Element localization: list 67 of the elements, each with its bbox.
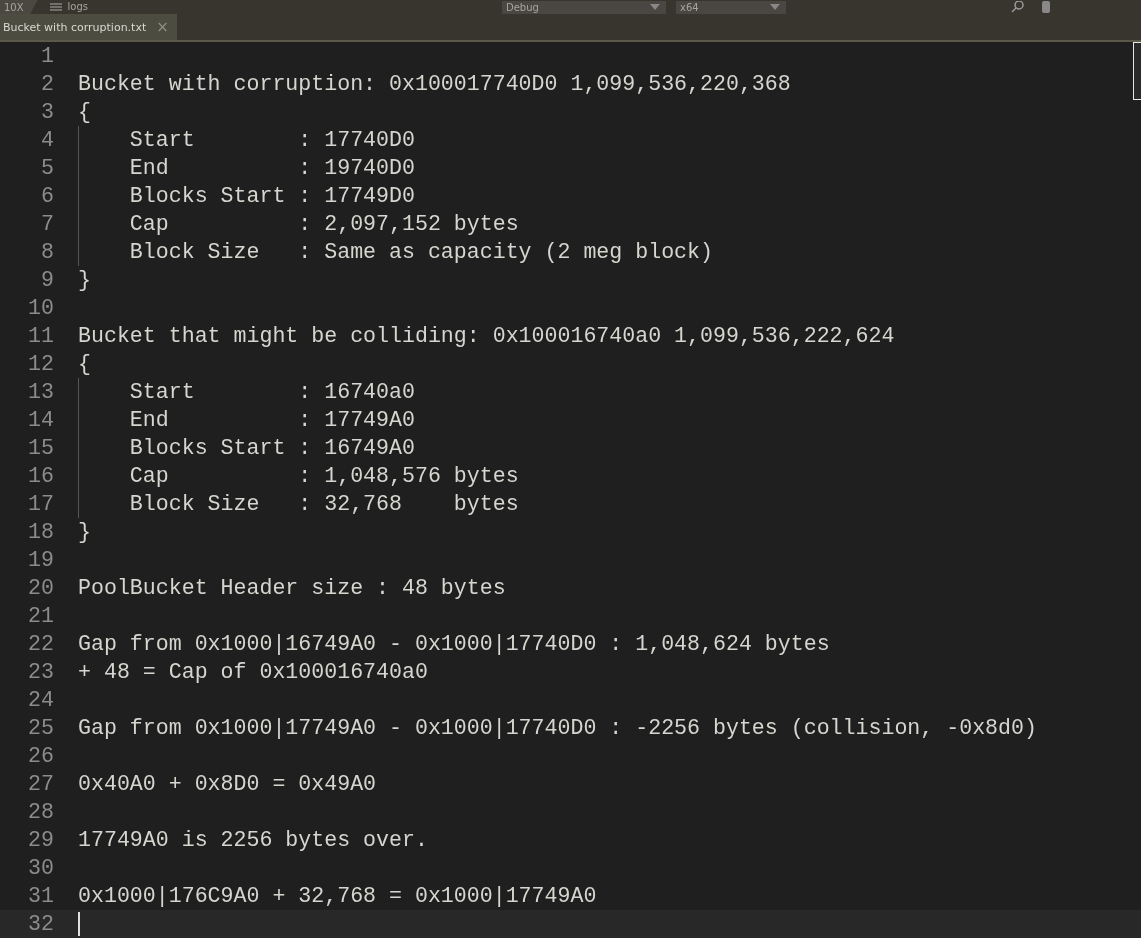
line-number: 5 <box>40 156 54 180</box>
line-number: 13 <box>27 380 54 404</box>
code-line: Cap : 1,048,576 bytes <box>128 464 519 488</box>
minimap[interactable] <box>1133 42 1141 100</box>
line-number: 18 <box>27 520 54 544</box>
code-line: Bucket with corruption: 0x100017740D0 1,099,536,220,368 <box>78 72 791 96</box>
code-line: PoolBucket Header size : 48 bytes <box>78 576 506 600</box>
code-line: 17749A0 is 2256 bytes over. <box>78 828 428 852</box>
code-line: Start : 17740D0 <box>128 128 415 152</box>
line-number: 10 <box>27 296 54 320</box>
caret-icon <box>650 4 660 10</box>
line-number: 27 <box>27 772 54 796</box>
line-number: 12 <box>27 352 54 376</box>
device-icon[interactable] <box>1041 1 1051 13</box>
line-number: 24 <box>27 688 54 712</box>
code-line: Bucket that might be colliding: 0x100016740a0 1,099,536,222,624 <box>78 324 895 348</box>
caret-icon <box>770 4 780 10</box>
code-line: + 48 = Cap of 0x100016740a0 <box>78 660 428 684</box>
code-line: Block Size : 32,768 bytes <box>128 492 519 516</box>
line-number: 8 <box>40 240 54 264</box>
line-number: 3 <box>40 100 54 124</box>
line-number: 32 <box>27 912 54 936</box>
line-number: 6 <box>40 184 54 208</box>
code-line: { <box>78 352 91 376</box>
text-cursor <box>78 912 80 936</box>
line-number: 28 <box>27 800 54 824</box>
code-line: End : 19740D0 <box>128 156 415 180</box>
line-number: 9 <box>40 268 54 292</box>
line-number: 29 <box>27 828 54 852</box>
line-number: 11 <box>27 324 54 348</box>
platform-dropdown[interactable]: x64 <box>676 0 786 14</box>
code-line: Blocks Start : 16749A0 <box>128 436 415 460</box>
line-number: 21 <box>27 604 54 628</box>
code-line: Blocks Start : 17749D0 <box>128 184 415 208</box>
line-number: 25 <box>27 716 54 740</box>
close-icon[interactable]: × <box>156 18 169 36</box>
code-line: Gap from 0x1000|17749A0 - 0x1000|17740D0 : -2256 bytes (collision, -0x8d0) <box>78 716 1037 740</box>
code-line: 0x40A0 + 0x8D0 = 0x49A0 <box>78 772 377 796</box>
code-line: Cap : 2,097,152 bytes <box>128 212 519 236</box>
configuration-dropdown[interactable]: Debug <box>502 0 666 14</box>
line-number: 20 <box>27 576 54 600</box>
line-number: 1 <box>40 44 54 68</box>
file-tab[interactable]: Bucket with corruption.txt × <box>0 14 177 40</box>
code-line: Block Size : Same as capacity (2 meg block) <box>128 240 713 264</box>
menu-icon[interactable] <box>49 2 62 12</box>
line-number: 15 <box>27 436 54 460</box>
line-number: 26 <box>27 744 54 768</box>
line-number: 23 <box>27 660 54 684</box>
code-line: Gap from 0x1000|16749A0 - 0x1000|17740D0 : 1,048,624 bytes <box>78 632 830 656</box>
line-number: 19 <box>27 548 54 572</box>
code-line: { <box>78 100 91 124</box>
workspace-label[interactable]: logs <box>67 0 89 14</box>
line-number: 4 <box>40 128 54 152</box>
line-number: 14 <box>27 408 54 432</box>
search-icon[interactable] <box>1011 1 1025 13</box>
code-line: } <box>78 520 91 544</box>
line-number: 7 <box>40 212 54 236</box>
line-number: 31 <box>27 884 54 908</box>
line-number: 22 <box>27 632 54 656</box>
code-line: 0x1000|176C9A0 + 32,768 = 0x1000|17749A0 <box>78 884 597 908</box>
line-number: 16 <box>27 464 54 488</box>
code-line: Start : 16740a0 <box>128 380 415 404</box>
code-line: End : 17749A0 <box>128 408 415 432</box>
line-number: 30 <box>27 856 54 880</box>
code-line: } <box>78 268 91 292</box>
line-number: 17 <box>27 492 54 516</box>
line-number: 2 <box>40 72 54 96</box>
